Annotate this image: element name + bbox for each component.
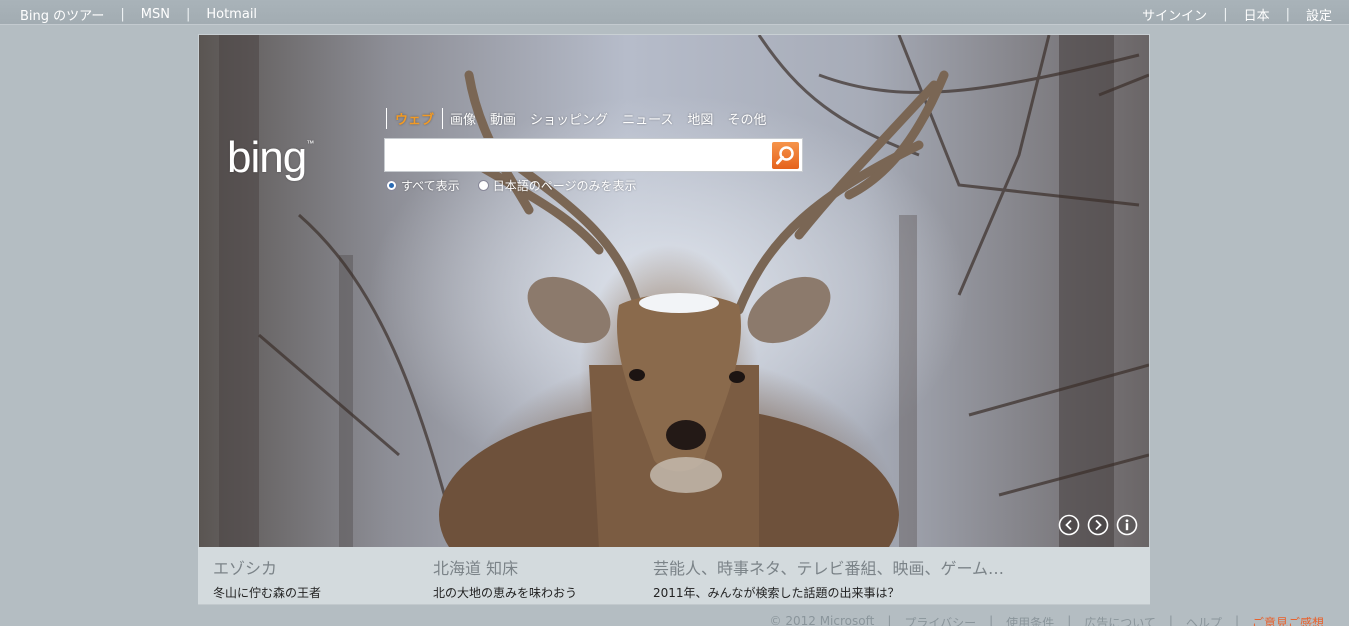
info-icon[interactable] [1116,514,1138,536]
radio-japanese-only[interactable]: 日本語のページのみを表示 [477,177,637,194]
bing-logo[interactable]: bing™ [227,133,314,183]
tab-videos[interactable]: 動画 [483,109,523,128]
help-link[interactable]: ヘルプ [1186,614,1222,626]
search-button[interactable] [772,142,799,169]
next-image-icon[interactable] [1087,514,1109,536]
separator: | [1285,7,1290,22]
search-icon [776,146,794,165]
separator: | [1168,614,1173,626]
logo-text: bing [227,133,307,182]
tab-news[interactable]: ニュース [615,109,680,128]
radio-label: すべて表示 [401,179,460,193]
separator: | [1234,614,1239,626]
privacy-link[interactable]: プライバシー [904,614,976,626]
feedback-link[interactable]: ご意見ご感想 [1252,614,1324,626]
advertise-link[interactable]: 広告について [1084,614,1156,626]
caption-title[interactable]: エゾシカ [213,555,321,579]
separator: | [887,614,892,626]
msn-link[interactable]: MSN [141,7,170,22]
radio-dot[interactable] [386,180,397,191]
separator: | [989,614,994,626]
caption-subtitle[interactable]: 2011年、みんなが検索した話題の出来事は？ [653,584,1004,601]
top-bar-left: Bing のツアー | MSN | Hotmail [20,5,257,24]
copyright: © 2012 Microsoft [769,614,875,626]
radio-label: 日本語のページのみを表示 [492,179,637,193]
caption-item[interactable]: エゾシカ 冬山に佇む森の王者 [213,555,321,601]
region-link[interactable]: 日本 [1244,5,1270,24]
hotspot-captions: エゾシカ 冬山に佇む森の王者 北海道 知床 北の大地の恵みを味わおう 芸能人、時… [198,547,1150,605]
top-bar-right: サインイン | 日本 | 設定 [1142,5,1332,24]
separator: | [120,7,125,22]
search-input[interactable] [389,142,769,168]
search-box [384,138,803,172]
radio-dot[interactable] [477,180,489,191]
tab-web[interactable]: ウェブ [386,108,444,129]
tab-more[interactable]: その他 [720,109,773,128]
hotmail-link[interactable]: Hotmail [206,7,257,22]
separator: | [185,7,191,22]
prev-image-icon[interactable] [1058,514,1080,536]
separator: | [1223,7,1228,22]
caption-subtitle[interactable]: 北の大地の恵みを味わおう [433,584,577,601]
hero-image: bing™ ウェブ 画像 動画 ショッピング ニュース 地図 その他 すべて表示… [198,34,1150,548]
settings-link[interactable]: 設定 [1306,5,1332,24]
language-filter: すべて表示 日本語のページのみを表示 [386,177,654,194]
sign-in-link[interactable]: サインイン [1142,5,1207,24]
tab-images[interactable]: 画像 [443,109,483,128]
caption-title[interactable]: 芸能人、時事ネタ、テレビ番組、映画、ゲーム… [653,555,1004,579]
logo-trademark: ™ [306,139,314,148]
tab-shopping[interactable]: ショッピング [523,109,615,128]
caption-title[interactable]: 北海道 知床 [433,555,577,579]
terms-link[interactable]: 使用条件 [1006,614,1054,626]
top-bar: Bing のツアー | MSN | Hotmail サインイン | 日本 | 設… [0,0,1349,25]
bing-tour-link[interactable]: Bing のツアー [20,5,104,24]
caption-item[interactable]: 北海道 知床 北の大地の恵みを味わおう [433,555,577,601]
caption-subtitle[interactable]: 冬山に佇む森の王者 [213,584,321,601]
radio-all-results[interactable]: すべて表示 [386,177,460,194]
footer: © 2012 Microsoft | プライバシー | 使用条件 | 広告につい… [770,614,1324,626]
separator: | [1067,614,1072,626]
caption-item[interactable]: 芸能人、時事ネタ、テレビ番組、映画、ゲーム… 2011年、みんなが検索した話題の… [653,555,1004,601]
search-scope-tabs: ウェブ 画像 動画 ショッピング ニュース 地図 その他 [386,108,773,129]
tab-maps[interactable]: 地図 [680,109,720,128]
